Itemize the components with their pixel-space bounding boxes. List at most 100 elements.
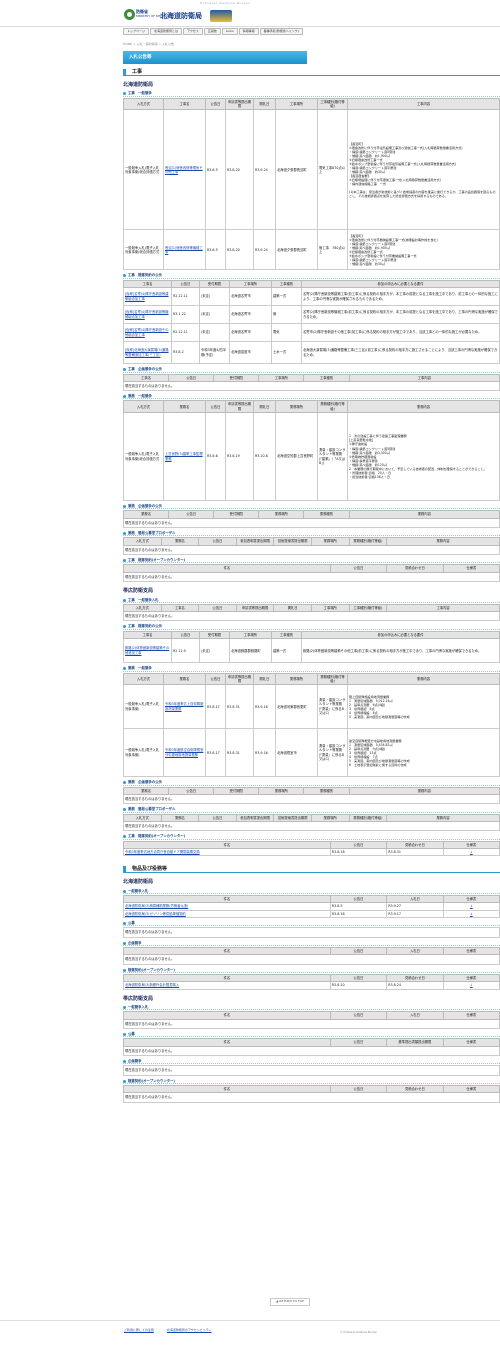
table-row: [仮称]北海道大演習場(3)通路等整備追加工事(三工区) R3.8.2 令和3年度4… — [123, 341, 500, 365]
cell-date: R3.8.24 — [386, 981, 444, 990]
col-header: 受付期間 — [199, 630, 230, 640]
cell-date: R3.8.31 — [386, 847, 444, 857]
col-header: 公告日 — [168, 510, 215, 519]
col-header: 見積合わせ日 — [386, 840, 444, 849]
footer-link-accessibility[interactable]: 北海道防衛局のアクセシビリティ — [167, 1328, 212, 1332]
nav-info[interactable]: 情報等報 — [238, 28, 259, 35]
table-header-row: 工事名 公告日 受付期間 工事場所 工事種別 参加の申込みに必要となる要件 — [123, 279, 500, 289]
b-open-table: 件名 公告日 見積合わせ日 仕様書 北海道防衛局(3)新聞外会計図書購入 R3.8.10… — [123, 973, 500, 990]
col-header: 業務名 — [123, 510, 170, 519]
col-header: 入札方式 — [123, 400, 164, 414]
org-hq: 北海道防衛局 — [123, 81, 154, 88]
global-nav: トップページ 北海道防衛局とは アクセス 広報誌 Links 情報等報 各種手続… — [123, 28, 500, 36]
col-header: 業務名 — [123, 786, 170, 795]
table-row: 現在該当するものはありません。 — [123, 927, 500, 938]
col-header: 公告日 — [329, 1011, 388, 1020]
koji-ippan-table: 入札方式 工事名 公告日 申請書等提出期限 開札日 工事場所 工事種別(格付等級) 工事内容 … — [123, 97, 500, 271]
footer-link-notice[interactable]: ご利用に際しての注意 — [124, 1328, 154, 1332]
gyomu-link[interactable]: 上富良野(3)建築工事監理業務 — [165, 452, 203, 460]
col-header: 入札方式 — [123, 537, 162, 546]
cell-bid: R3.9.17 — [386, 909, 444, 918]
cell-open: R3.9.16 — [253, 684, 276, 730]
koji-link[interactable]: 長沼(1)宿舎改修等機械工事 — [165, 246, 203, 254]
col-header: 業務場所 — [275, 400, 318, 414]
table-header-row: 入札方式 業務名 公告日 参加表明書提出期限 技術提案書提出期限 業務場所 業務種別(格付等… — [123, 537, 500, 546]
table-row: 現在該当するものはありません。 — [123, 611, 500, 622]
empty-message: 現在該当するものはありません。 — [123, 927, 500, 938]
mod-logo[interactable]: 防衛省 MINISTRY OF DEFENSE — [124, 9, 170, 23]
open-link[interactable]: 令和3年度帯広地方合同庁舎自動ドア開閉装置交換 — [125, 850, 200, 854]
cell-type: 測量・建設コンサルタント等業務(「建築」/「A又はB」) — [317, 412, 348, 502]
col-header: 受付期間 — [213, 373, 260, 382]
zuii-link[interactable]: [仮称]名寄(4)隊庁舎新設等機械組合加工事 — [125, 310, 169, 318]
nav-links[interactable]: Links — [221, 28, 238, 35]
zuii-link[interactable]: [仮称]名寄(4)隊庁舎新設等建築組合加工事 — [125, 292, 169, 300]
koji-link[interactable]: 長沼(1)宿舎改修等電気その他工事 — [165, 166, 203, 174]
gyomu-link[interactable]: 令和3年度航空自衛隊根室分屯基地用地測量業務 — [165, 748, 203, 756]
nav-pr[interactable]: 広報誌 — [203, 28, 221, 35]
nav-access[interactable]: アクセス — [182, 28, 203, 35]
col-header: 申請書等提出期限 — [225, 672, 254, 686]
nav-procedures[interactable]: 各種手続(防衛省へリンク) — [259, 28, 303, 35]
col-header: 申請書等提出期限 — [225, 97, 254, 111]
col-header: 開札日 — [273, 603, 312, 613]
spec-link[interactable]: ↓ — [470, 850, 473, 854]
ob-gyomu-ippan-table: 入札方式 業務名 公告日 申請書等提出期限 開札日 業務場所 業務種別(格付等級) 業務内容 … — [123, 672, 500, 778]
ob-gyomu-kikaku-table: 業務名 公告日 受付期間 業務場所 業務種別 業務内容 現在該当するものはありません。 — [123, 786, 500, 805]
cell-method: 一般競争入札(電子入札対象事案)総合評価方式 — [123, 109, 164, 231]
sub-ob-b-kikaku: 企画競争 — [123, 1059, 500, 1065]
col-header: 技術提案書提出期限 — [273, 813, 312, 822]
zuii-link[interactable]: 釧路(2)体育館新設等建築その他追加工事 — [125, 646, 169, 654]
site-name[interactable]: 北海道防衛局 — [160, 12, 202, 21]
table-row: 現在該当するものはありません。 — [123, 820, 500, 832]
site-header: 防衛省 MINISTRY OF DEFENSE Hokkaido Defense… — [0, 0, 500, 27]
cell-type: 土木一式 — [271, 341, 302, 365]
col-header: 業務場所 — [310, 813, 350, 822]
col-header: 公告日 — [329, 973, 388, 983]
empty-message: 現在該当するものはありません。 — [123, 954, 500, 965]
col-header: 入札方式 — [123, 97, 164, 111]
empty-message: 現在該当するものはありません。 — [123, 571, 500, 583]
col-header: 開札日 — [253, 97, 276, 111]
banner-text: Hokkaido Defense Bureau — [200, 1, 251, 5]
table-row: 一般競争入札(電子入札対象事案) 令和3年度航空自衛隊根室分屯基地用地測量業務 R3… — [123, 728, 500, 778]
col-header: 仕様書 — [442, 564, 500, 573]
bukken-link[interactable]: 北海道防衛局(3)積算補助業務(労働者派遣) — [125, 904, 188, 908]
cell-open: R3.9.24 — [253, 229, 276, 271]
col-header: 業務名 — [160, 537, 200, 546]
col-header: 見積合わせ日 — [386, 973, 444, 983]
col-header: 工事種別(格付等級) — [317, 97, 348, 111]
ob-koji-open-table: 件名 公告日 見積合わせ日 仕様書 令和3年度帯広地方合同庁舎自動ドア開閉装置交換 R3… — [123, 840, 500, 857]
spec-link[interactable]: ↓ — [470, 904, 473, 908]
zuii-link[interactable]: [仮称]名寄(4)隊庁舎新設その他組合加工事 — [125, 328, 169, 336]
col-header: 入札日 — [386, 895, 444, 904]
col-header: 工事種別 — [271, 279, 302, 289]
return-to-top-button[interactable]: ▲ RETURN TO TOP — [270, 1298, 310, 1306]
sub-koji-open: 工事 随意契約(オープンカウンター) — [123, 558, 500, 564]
ob-koji-zuii-table: 工事名 公告日 受付期間 工事場所 工事種別 参加の申込みに必要となる要件 釧路(2)体育… — [123, 630, 500, 664]
open-link[interactable]: 北海道防衛局(3)新聞外会計図書購入 — [125, 983, 179, 987]
table-row: [仮称]名寄(4)隊庁舎新設等機械組合加工事 R3.1.22 (未定) 北海道名寄市管… — [123, 305, 500, 325]
zuii-link[interactable]: [仮称]北海道大演習場(3)通路等整備追加工事(三工区) — [125, 348, 169, 356]
org-obihiro: 帯広防衛支局 — [123, 588, 154, 594]
footer-links: ご利用に際しての注意 北海道防衛局のアクセシビリティ — [124, 1328, 224, 1333]
empty-message: 現在該当するものはありません。 — [123, 380, 500, 392]
col-header: 申請書等提出期限 — [225, 400, 254, 414]
sub-ob-gyomu-ippan: 業務 一般競争 — [123, 666, 500, 672]
empty-message: 現在該当するものはありません。 — [123, 1018, 500, 1030]
col-header: 件名 — [123, 1085, 331, 1094]
spec-link[interactable]: ↓ — [470, 912, 473, 916]
col-header: 業務場所 — [310, 537, 350, 546]
gyomu-link[interactable]: 令和3年度帯広上自衛隊施設測量業務 — [165, 702, 203, 710]
col-header: 業務種別(格付等級) — [317, 400, 348, 414]
ob-b-open-table: 件名 公告日 見積合わせ日 仕様書 現在該当するものはありません。 — [123, 1085, 500, 1103]
table-row: [仮称]名寄(4)隊庁舎新設その他組合加工事 R2.12.11 (未定) 北海道名寄市… — [123, 323, 500, 343]
col-header: 入札方式 — [123, 603, 162, 613]
spec-link[interactable]: ↓ — [470, 983, 473, 987]
bukken-link[interactable]: 北海道防衛局(3)ガソリン等供給単価契約 — [125, 912, 186, 916]
nav-about[interactable]: 北海道防衛局とは — [149, 28, 182, 35]
nav-top[interactable]: トップページ — [123, 28, 149, 35]
col-header: 工事場所 — [275, 97, 318, 111]
col-header: 業務内容 — [347, 400, 500, 414]
table-row: 一般競争入札(電子入札対象事案)総合評価方式 長沼(1)宿舎改修等機械工事 R3… — [123, 229, 500, 271]
